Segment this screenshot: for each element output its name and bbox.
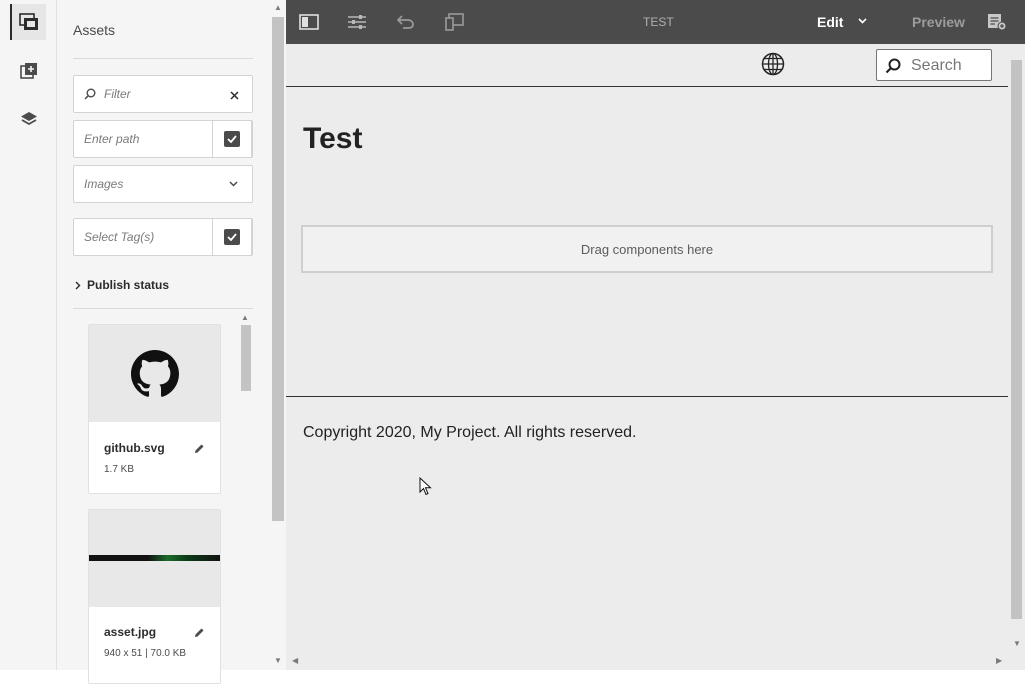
undo-button[interactable] — [395, 11, 417, 33]
components-icon — [20, 63, 37, 79]
asset-image — [89, 555, 220, 561]
dropzone-label: Drag components here — [580, 242, 714, 257]
header-divider — [286, 86, 1008, 87]
undo-icon — [397, 15, 414, 29]
scroll-left-icon[interactable]: ◀ — [292, 656, 298, 665]
panel-scrollbar[interactable]: ▲ ▼ — [271, 0, 286, 670]
search-icon — [885, 58, 901, 74]
side-rail — [0, 0, 57, 670]
scroll-up-icon[interactable]: ▲ — [241, 313, 249, 322]
asset-type-value: Images — [84, 177, 124, 191]
assets-panel: Assets Filter Enter path Images Select T… — [57, 0, 286, 684]
assets-list-scrollbar[interactable]: ▲ — [238, 313, 252, 670]
tags-placeholder: Select Tag(s) — [84, 230, 155, 244]
preview-button[interactable]: Preview — [912, 14, 965, 30]
page-info-button[interactable] — [986, 11, 1008, 33]
checkbox-icon — [224, 229, 240, 245]
edit-icon[interactable] — [194, 627, 205, 638]
page-canvas: Search Test Drag components here Copyrig… — [286, 44, 1008, 652]
github-logo-icon — [131, 350, 179, 397]
canvas-horizontal-scrollbar[interactable]: ◀ ▶ — [286, 652, 1025, 670]
sliders-icon — [348, 15, 366, 29]
edit-icon[interactable] — [194, 443, 205, 454]
device-icon — [445, 13, 464, 31]
mode-selector[interactable]: Edit — [817, 14, 843, 30]
search-placeholder: Search — [911, 57, 962, 74]
page-title: TEST — [643, 15, 674, 29]
asset-name: asset.jpg — [104, 625, 157, 639]
panel-title: Assets — [73, 22, 116, 38]
scrollbar-thumb[interactable] — [241, 325, 251, 391]
checkbox-icon — [224, 131, 240, 147]
scroll-down-icon[interactable]: ▼ — [274, 656, 282, 665]
assets-icon — [19, 13, 38, 30]
scroll-down-icon[interactable]: ▼ — [1013, 639, 1021, 648]
emulator-button[interactable] — [444, 11, 466, 33]
asset-thumbnail — [89, 510, 220, 607]
components-button[interactable] — [11, 53, 47, 89]
asset-card[interactable]: asset.jpg 940 x 51 | 70.0 KB — [88, 509, 221, 684]
editor-toolbar: TEST Edit Preview — [286, 0, 1025, 44]
filter-input[interactable]: Filter — [73, 75, 253, 113]
layers-icon — [21, 112, 37, 126]
scroll-right-icon[interactable]: ▶ — [996, 656, 1002, 665]
filter-placeholder: Filter — [104, 87, 131, 101]
asset-type-select[interactable]: Images — [73, 165, 253, 203]
content-tree-button[interactable] — [11, 101, 47, 137]
path-placeholder: Enter path — [84, 132, 140, 146]
chevron-right-icon — [75, 281, 81, 290]
scrollbar-thumb[interactable] — [1011, 60, 1022, 619]
publish-status-toggle[interactable]: Publish status — [75, 278, 170, 292]
canvas-vertical-scrollbar[interactable]: ▼ — [1008, 44, 1025, 652]
site-search-input[interactable]: Search — [876, 49, 992, 81]
chevron-down-icon — [229, 181, 238, 187]
publish-status-label: Publish status — [87, 278, 170, 292]
divider — [73, 58, 253, 59]
tags-browse-button[interactable] — [212, 218, 252, 256]
asset-card[interactable]: github.svg 1.7 KB — [88, 324, 221, 494]
tags-field[interactable]: Select Tag(s) — [73, 218, 253, 256]
footer-divider — [286, 396, 1008, 397]
asset-thumbnail — [89, 325, 220, 422]
scrollbar-thumb[interactable] — [272, 17, 284, 521]
search-icon — [84, 88, 96, 100]
chevron-down-icon[interactable] — [858, 18, 867, 24]
scroll-up-icon[interactable]: ▲ — [274, 3, 282, 12]
page-heading: Test — [303, 122, 363, 155]
asset-meta: 1.7 KB — [104, 464, 135, 475]
path-browse-button[interactable] — [212, 120, 252, 158]
page-info-icon — [988, 14, 1007, 31]
component-dropzone[interactable]: Drag components here — [301, 225, 993, 273]
toggle-side-panel-button[interactable] — [298, 11, 320, 33]
asset-meta: 940 x 51 | 70.0 KB — [104, 648, 187, 659]
footer-copyright: Copyright 2020, My Project. All rights r… — [303, 424, 637, 441]
assets-finder-button[interactable] — [10, 4, 46, 40]
globe-icon[interactable] — [761, 52, 785, 76]
clear-icon[interactable] — [230, 91, 239, 100]
divider — [73, 308, 253, 309]
path-field[interactable]: Enter path — [73, 120, 253, 158]
side-panel-icon — [299, 14, 319, 30]
asset-name: github.svg — [104, 441, 165, 455]
mouse-cursor-icon — [419, 477, 432, 496]
page-properties-button[interactable] — [346, 11, 368, 33]
